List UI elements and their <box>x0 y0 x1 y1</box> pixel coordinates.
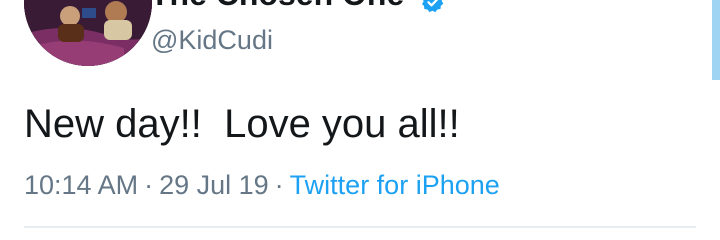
verified-badge-icon <box>421 0 445 12</box>
tweet-time[interactable]: 10:14 AM <box>24 170 138 200</box>
avatar-photo-icon <box>24 0 152 66</box>
meta-separator: · <box>274 170 284 200</box>
tweet-meta: 10:14 AM · 29 Jul 19 · Twitter for iPhone <box>24 168 500 202</box>
tweet-card: The Chosen One @KidCudi New day!! Love y… <box>0 0 720 240</box>
scrollbar[interactable] <box>712 0 720 80</box>
meta-separator: · <box>144 170 154 200</box>
divider <box>24 226 696 228</box>
display-name[interactable]: The Chosen One <box>150 0 445 12</box>
tweet-text: New day!! Love you all!! <box>24 102 460 146</box>
tweet-date[interactable]: 29 Jul 19 <box>159 170 269 200</box>
display-name-text: The Chosen One <box>150 0 404 12</box>
tweet-source-link[interactable]: Twitter for iPhone <box>290 170 500 200</box>
profile-avatar[interactable] <box>24 0 152 66</box>
user-handle[interactable]: @KidCudi <box>151 24 273 56</box>
